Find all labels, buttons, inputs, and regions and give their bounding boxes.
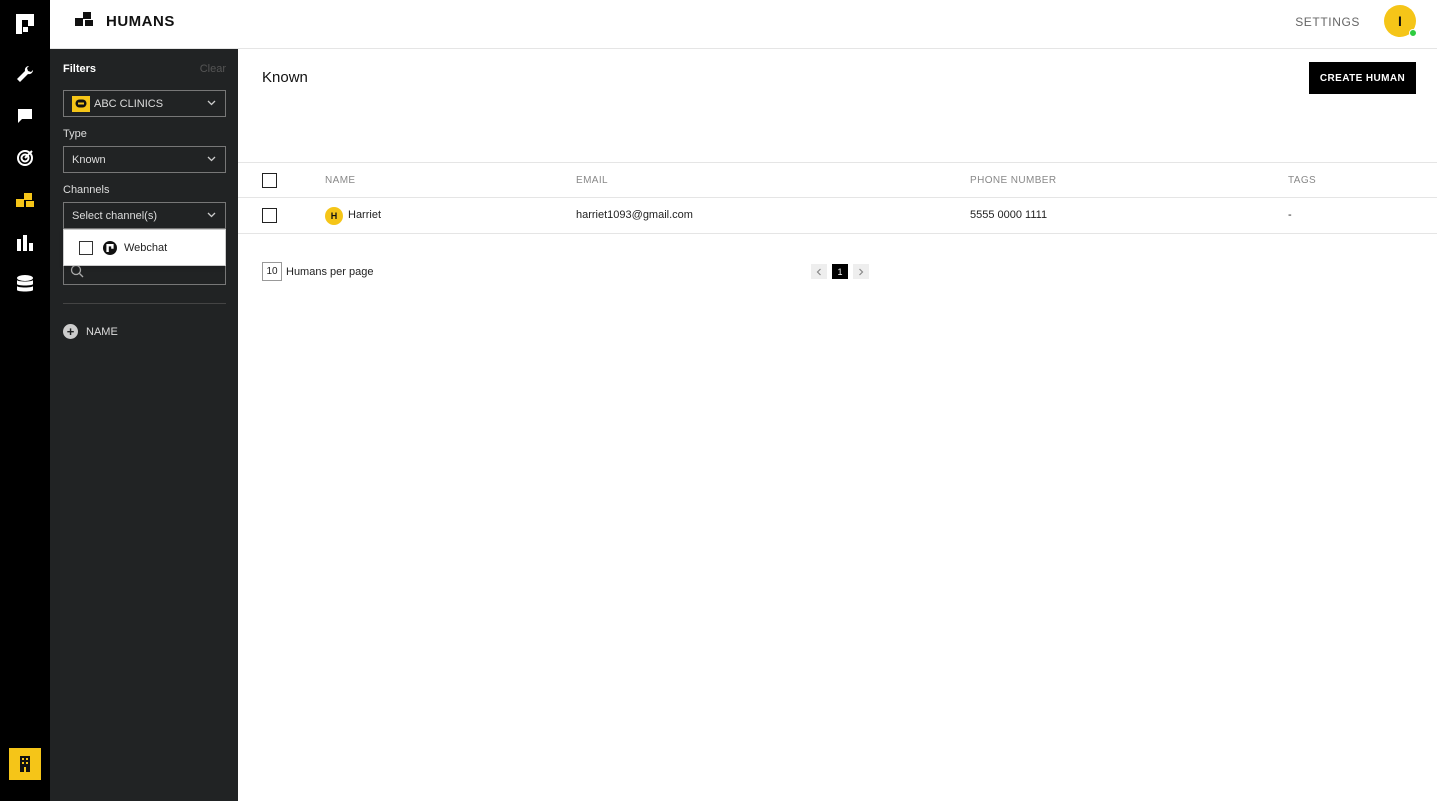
chart-icon[interactable]: [13, 231, 37, 255]
per-page-label: Humans per page: [286, 265, 374, 278]
humans-title-icon: [74, 12, 94, 33]
target-icon[interactable]: [13, 146, 37, 170]
chevron-left-icon: [816, 268, 821, 275]
row-phone: 5555 0000 1111: [970, 209, 1048, 221]
top-bar: HUMANS SETTINGS I: [50, 0, 1437, 49]
column-header-phone[interactable]: PHONE NUMBER: [970, 175, 1056, 186]
page-header-title: HUMANS: [106, 13, 175, 30]
table-row[interactable]: H Harriet harriet1093@gmail.com 5555 000…: [238, 198, 1437, 234]
channels-select[interactable]: Select channel(s): [63, 202, 226, 229]
row-avatar: H: [325, 207, 343, 225]
filters-title: Filters: [63, 63, 97, 75]
next-page-button[interactable]: [853, 264, 869, 279]
search-icon: [70, 264, 84, 283]
row-email: harriet1093@gmail.com: [576, 209, 693, 221]
chevron-down-icon: [207, 98, 216, 110]
wrench-icon[interactable]: [13, 62, 37, 86]
chevron-down-icon: [207, 154, 216, 166]
select-all-checkbox[interactable]: [262, 173, 277, 188]
type-value: Known: [72, 153, 106, 166]
webchat-icon: [103, 241, 117, 255]
building-icon[interactable]: [9, 748, 41, 780]
chevron-right-icon: [859, 268, 864, 275]
column-header-tags[interactable]: TAGS: [1288, 175, 1316, 186]
per-page-control: 10 Humans per page: [262, 262, 373, 281]
channel-option-label: Webchat: [124, 242, 168, 254]
table-header: NAME EMAIL PHONE NUMBER TAGS: [238, 162, 1437, 198]
pagination: 1: [811, 264, 869, 279]
chevron-down-icon: [207, 210, 216, 222]
organization-select[interactable]: ABC CLINICS: [63, 90, 226, 117]
nav-rail: [0, 0, 50, 801]
row-tags: -: [1288, 209, 1292, 221]
page-title: Known: [262, 69, 308, 86]
database-icon[interactable]: [13, 273, 37, 297]
chat-icon[interactable]: [13, 104, 37, 128]
clear-filters-button[interactable]: Clear: [200, 63, 226, 75]
type-label: Type: [63, 128, 87, 140]
per-page-select[interactable]: 10: [262, 262, 282, 281]
channels-placeholder: Select channel(s): [72, 209, 157, 222]
column-header-name[interactable]: NAME: [325, 175, 356, 186]
online-status-dot: [1409, 29, 1417, 37]
channel-option-webchat[interactable]: Webchat: [79, 241, 167, 255]
channels-dropdown: Webchat: [63, 229, 226, 266]
organization-logo-icon: [72, 95, 90, 112]
settings-link[interactable]: SETTINGS: [1295, 15, 1360, 29]
filters-divider: [63, 303, 226, 304]
plus-icon: +: [63, 324, 78, 339]
column-header-email[interactable]: EMAIL: [576, 175, 608, 186]
organization-value: ABC CLINICS: [94, 97, 164, 110]
channel-checkbox[interactable]: [79, 241, 93, 255]
logo-icon[interactable]: [13, 12, 37, 36]
main-content: Known CREATE HUMAN NAME EMAIL PHONE NUMB…: [238, 49, 1437, 801]
type-select[interactable]: Known: [63, 146, 226, 173]
add-name-filter-button[interactable]: + NAME: [63, 324, 118, 339]
create-human-button[interactable]: CREATE HUMAN: [1309, 62, 1416, 94]
prev-page-button[interactable]: [811, 264, 827, 279]
current-page-button[interactable]: 1: [832, 264, 848, 279]
humans-icon[interactable]: [13, 189, 37, 213]
row-name[interactable]: Harriet: [348, 209, 381, 221]
filters-panel: Filters Clear ABC CLINICS Type Known Cha…: [50, 49, 238, 801]
row-checkbox[interactable]: [262, 208, 277, 223]
add-filter-label: NAME: [86, 325, 118, 338]
channels-label: Channels: [63, 184, 110, 196]
